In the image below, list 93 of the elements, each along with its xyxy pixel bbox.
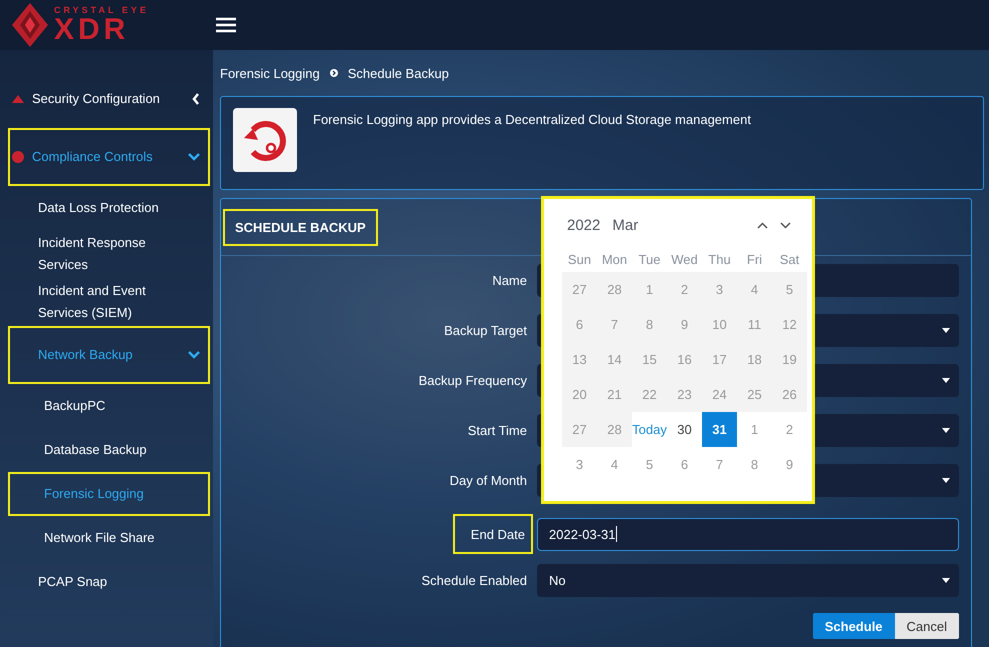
calendar-day: 25	[737, 377, 772, 412]
calendar-day: 9	[667, 307, 702, 342]
calendar-day: 20	[562, 377, 597, 412]
field-label: Schedule Enabled	[421, 573, 527, 588]
sidebar-item[interactable]: Data Loss Protection	[8, 186, 210, 230]
sidebar-item[interactable]: Network File Share	[8, 516, 210, 560]
chevron-down-icon[interactable]	[188, 351, 200, 359]
dropdown-arrow-icon	[942, 428, 950, 433]
field-label: End Date	[452, 514, 533, 554]
field-label: Name	[492, 273, 527, 288]
sidebar-item-label[interactable]: Forensic Logging	[44, 483, 144, 505]
calendar-day: 13	[562, 342, 597, 377]
calendar-day: 11	[737, 307, 772, 342]
sidebar-item-label[interactable]: PCAP Snap	[38, 571, 108, 593]
field-label: Day of Month	[450, 473, 527, 488]
calendar-day: 27	[562, 272, 597, 307]
dropdown-arrow-icon	[942, 378, 950, 383]
diamond-logo-icon	[12, 3, 48, 47]
calendar-day: 21	[597, 377, 632, 412]
calendar-day: 15	[632, 342, 667, 377]
calendar-day: 8	[632, 307, 667, 342]
calendar-day: 1	[632, 272, 667, 307]
breadcrumb-item[interactable]: Forensic Logging	[220, 66, 320, 80]
sidebar-item-label[interactable]: BackupPC	[44, 395, 106, 417]
sidebar-item[interactable]: Database Backup	[8, 428, 210, 472]
weekday-label: Tue	[638, 250, 662, 268]
sidebar-item-label[interactable]: Security Configuration	[32, 88, 160, 110]
dropdown-arrow-icon	[942, 328, 950, 333]
dropdown-arrow-icon	[942, 478, 950, 483]
calendar-day: 24	[702, 377, 737, 412]
weekday-label: Sun	[566, 250, 592, 268]
menu-button[interactable]	[216, 17, 236, 33]
sidebar-item-label[interactable]: Incident Response Services	[38, 232, 168, 276]
form-title: SCHEDULE BACKUP	[223, 208, 378, 246]
calendar-day: 17	[702, 342, 737, 377]
sidebar-item-label[interactable]: Database Backup	[44, 439, 147, 461]
calendar-day: 22	[632, 377, 667, 412]
app-description: Forensic Logging app provides a Decentralized Cloud Storage management	[313, 111, 751, 129]
field-label: Backup Frequency	[418, 373, 527, 388]
calendar-day: 10	[702, 307, 737, 342]
calendar-day: 3	[702, 272, 737, 307]
sidebar-item[interactable]: Incident and Event Services (SIEM)	[8, 278, 210, 326]
sidebar-item[interactable]: BackupPC	[8, 384, 210, 428]
highlighted-sidebar-item[interactable]: Compliance Controls	[8, 128, 210, 186]
weekday-label: Thu	[707, 250, 732, 268]
calendar-day: 28	[597, 412, 632, 447]
sidebar-item[interactable]: PCAP Snap	[8, 560, 210, 604]
input-field[interactable]: 2022-03-31	[537, 518, 959, 550]
calendar-day: 2	[667, 272, 702, 307]
select-field[interactable]: No	[537, 564, 959, 597]
calendar-day[interactable]: 31	[702, 412, 737, 447]
calendar-day: 28	[597, 272, 632, 307]
weekday-label: Sat	[778, 250, 800, 268]
field-label: Start Time	[468, 423, 527, 438]
previous-month-button[interactable]	[757, 222, 768, 229]
arrow-circle-icon	[330, 69, 338, 77]
breadcrumb-item[interactable]: Schedule Backup	[348, 66, 449, 80]
weekday-label: Mon	[600, 250, 628, 268]
triangle-icon	[12, 95, 24, 103]
chevron-left-icon[interactable]	[192, 93, 200, 105]
sidebar-item-label[interactable]: Network Backup	[12, 344, 133, 366]
highlighted-sidebar-item[interactable]: Network Backup	[8, 326, 210, 384]
calendar-day: 6	[562, 307, 597, 342]
logo-tagline: CRYSTAL EYE	[54, 6, 149, 14]
next-month-button[interactable]	[780, 222, 791, 229]
calendar-year[interactable]: 2022	[567, 217, 600, 234]
calendar-day: 5	[772, 272, 807, 307]
calendar-day: 7	[597, 307, 632, 342]
calendar-day: 23	[667, 377, 702, 412]
calendar-day: 12	[772, 307, 807, 342]
field-label: Backup Target	[444, 323, 527, 338]
sidebar-item-label[interactable]: Incident and Event Services (SIEM)	[38, 280, 168, 324]
calendar-day: 26	[772, 377, 807, 412]
weekday-label: Wed	[670, 250, 699, 268]
dropdown-arrow-icon	[942, 578, 950, 583]
weekday-label: Fri	[746, 250, 764, 268]
schedule-button[interactable]: Schedule	[812, 613, 895, 639]
calendar-day: 18	[737, 342, 772, 377]
calendar-day: 27	[562, 412, 597, 447]
calendar-day: 14	[597, 342, 632, 377]
chevron-down-icon[interactable]	[188, 153, 200, 161]
sidebar-item-label[interactable]: Data Loss Protection	[38, 197, 159, 219]
logo-wordmark: XDR	[54, 14, 130, 44]
calendar-day: 16	[667, 342, 702, 377]
sidebar-item[interactable]: Security Configuration	[8, 70, 210, 128]
cancel-button[interactable]: Cancel	[894, 613, 959, 639]
calendar-day: 4	[737, 272, 772, 307]
highlighted-sidebar-item[interactable]: Forensic Logging	[8, 472, 210, 516]
sidebar-item-label[interactable]: Network File Share	[44, 527, 155, 549]
sidebar-item[interactable]: Incident Response Services	[8, 230, 210, 278]
calendar-day: 19	[772, 342, 807, 377]
calendar-month[interactable]: Mar	[612, 217, 638, 234]
sidebar-item-label[interactable]: Compliance Controls	[32, 146, 153, 168]
